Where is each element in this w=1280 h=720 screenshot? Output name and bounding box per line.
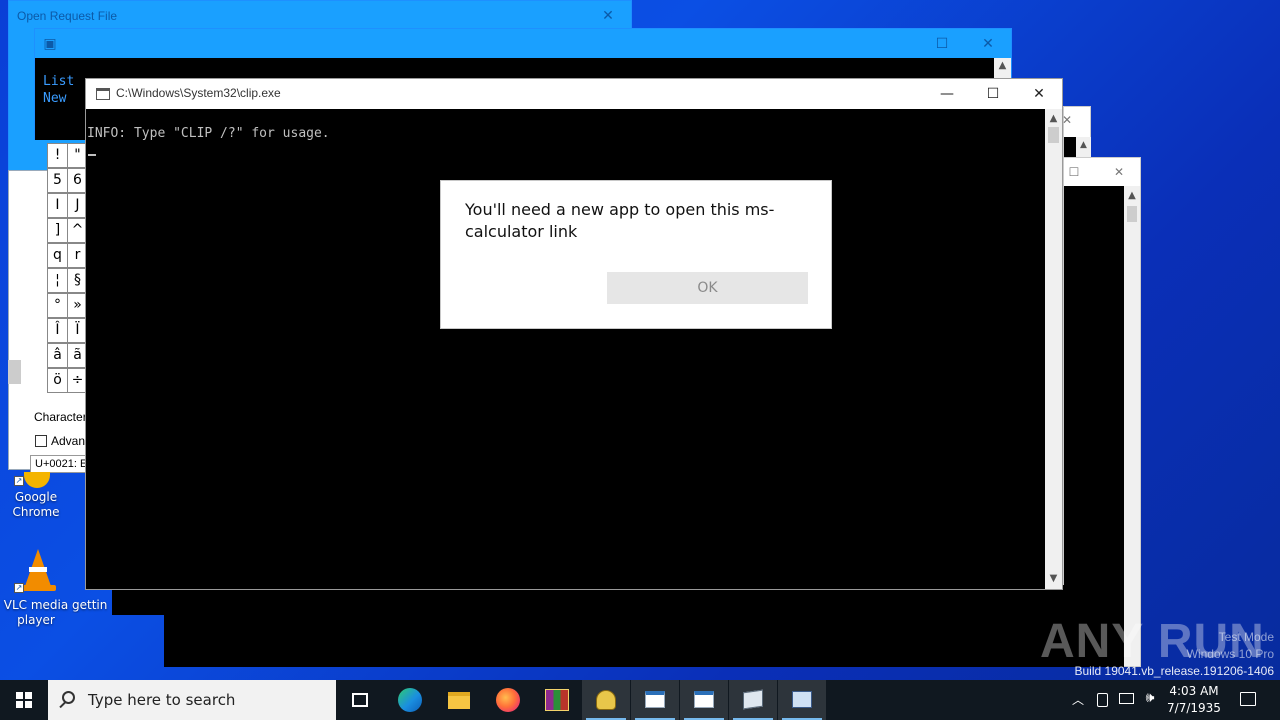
close-icon[interactable]: ✕ — [585, 1, 631, 31]
show-hidden-icons[interactable]: ︿ — [1070, 691, 1086, 708]
build-text: Build 19041.vb_release.191206-1406 — [1074, 664, 1275, 678]
windows-logo-icon — [16, 692, 32, 708]
right-window-1[interactable]: ✕ ▲ — [1062, 106, 1091, 159]
search-icon-handle — [59, 701, 66, 709]
clock-date[interactable]: 7/7/1935 — [1164, 701, 1224, 715]
characters-label: Characters — [34, 410, 93, 424]
test-mode-text: Test Mode — [1218, 630, 1274, 644]
charmap-icon — [743, 689, 763, 710]
chrome-label: Google Chrome — [12, 490, 60, 519]
vlc-icon-stripe — [29, 567, 47, 572]
maximize-icon[interactable]: ☐ — [1064, 158, 1084, 186]
vlc-label: VLC media player — [3, 598, 69, 627]
dialog-message: You'll need a new app to open this ms-ca… — [465, 200, 775, 241]
taskbar-console-1[interactable] — [631, 680, 679, 720]
console-window-icon — [694, 691, 714, 708]
folder-icon — [448, 692, 470, 709]
scroll-up-icon[interactable]: ▲ — [1045, 111, 1062, 127]
char-cell[interactable]: I — [47, 193, 68, 218]
taskbar-keys-app[interactable] — [582, 680, 630, 720]
ok-button[interactable]: OK — [607, 272, 808, 304]
console-icon — [96, 88, 110, 100]
winrar-icon — [545, 689, 569, 711]
char-cell[interactable]: q — [47, 243, 68, 268]
scroll-thumb[interactable] — [1048, 127, 1059, 143]
taskbar-console-2[interactable] — [680, 680, 728, 720]
lower-console — [164, 585, 1124, 667]
char-cell[interactable]: ¦ — [47, 268, 68, 293]
edge-icon — [398, 688, 422, 712]
console-line: New — [43, 91, 67, 106]
scroll-thumb[interactable] — [1127, 206, 1137, 222]
console-output: INFO: Type "CLIP /?" for usage. — [87, 126, 330, 141]
close-icon[interactable]: ✕ — [965, 29, 1011, 59]
getting-started-label[interactable]: gettin — [72, 598, 112, 613]
char-cell[interactable]: ! — [47, 143, 68, 168]
clip-title: C:\Windows\System32\clip.exe — [116, 86, 281, 100]
firefox-icon — [496, 688, 520, 712]
char-cell[interactable]: 5 — [47, 168, 68, 193]
drive-icon[interactable] — [1097, 693, 1108, 707]
console-body — [1064, 137, 1076, 159]
taskbar-edge[interactable] — [386, 680, 434, 720]
chrome-icon — [24, 472, 50, 488]
shortcut-arrow-icon: ↗ — [14, 476, 24, 486]
scroll-down-icon[interactable]: ▼ — [1045, 571, 1062, 587]
search-placeholder: Type here to search — [88, 691, 236, 709]
text-cursor — [88, 154, 96, 156]
scrollbar[interactable]: ▲ — [1124, 186, 1140, 666]
charmap-scrollbar[interactable] — [8, 360, 21, 384]
taskbar-firefox[interactable] — [484, 680, 532, 720]
clock-time[interactable]: 4:03 AM — [1164, 684, 1224, 698]
open-request-title: Open Request File — [17, 9, 118, 23]
taskbar-file-explorer[interactable] — [435, 680, 483, 720]
char-cell[interactable]: ö — [47, 368, 68, 393]
app-needed-dialog: You'll need a new app to open this ms-ca… — [440, 180, 832, 329]
app-icon — [792, 691, 812, 708]
char-cell[interactable]: â — [47, 343, 68, 368]
maximize-icon[interactable]: ☐ — [919, 29, 965, 59]
console-window-icon — [645, 691, 665, 708]
scroll-up-icon[interactable]: ▲ — [1124, 188, 1140, 204]
task-view-button[interactable] — [336, 680, 384, 720]
taskbar-charmap[interactable] — [729, 680, 777, 720]
clip-window[interactable]: C:\Windows\System32\clip.exe — ☐ ✕ INFO:… — [85, 78, 1063, 590]
char-cell[interactable]: Î — [47, 318, 68, 343]
window-icon: ▣ — [43, 36, 57, 52]
network-icon[interactable] — [1119, 693, 1134, 704]
console-line: List — [43, 74, 75, 89]
close-icon[interactable]: ✕ — [1016, 79, 1062, 109]
shortcut-arrow-icon: ↗ — [14, 583, 24, 593]
scroll-up-icon[interactable]: ▲ — [994, 58, 1011, 74]
maximize-icon[interactable]: ☐ — [970, 79, 1016, 109]
char-cell[interactable]: ° — [47, 293, 68, 318]
vlc-shortcut[interactable]: ↗ VLC media player — [0, 545, 72, 629]
vlc-icon-base — [20, 585, 56, 591]
char-cell[interactable]: ] — [47, 218, 68, 243]
close-icon[interactable]: ✕ — [1109, 158, 1129, 186]
taskbar-winrar[interactable] — [533, 680, 581, 720]
notifications-icon[interactable] — [1240, 692, 1256, 706]
task-view-icon — [352, 693, 368, 707]
taskbar-app[interactable] — [778, 680, 826, 720]
taskbar: Type here to search ︿ 🕪 4:03 AM 7/7/1935 — [0, 680, 1280, 720]
volume-icon[interactable]: 🕪 — [1141, 690, 1159, 706]
edition-text: Windows 10 Pro — [1186, 647, 1274, 661]
minimize-icon[interactable]: — — [924, 79, 970, 109]
start-button[interactable] — [0, 680, 48, 720]
keys-icon — [596, 690, 616, 710]
scroll-up-icon[interactable]: ▲ — [1076, 137, 1091, 153]
clip-scrollbar[interactable]: ▲ ▼ — [1045, 109, 1062, 589]
advanced-checkbox[interactable] — [35, 435, 47, 447]
chrome-shortcut[interactable]: ↗ Google Chrome — [0, 470, 72, 522]
scrollbar[interactable]: ▲ — [1076, 137, 1091, 159]
search-box[interactable]: Type here to search — [48, 680, 336, 720]
